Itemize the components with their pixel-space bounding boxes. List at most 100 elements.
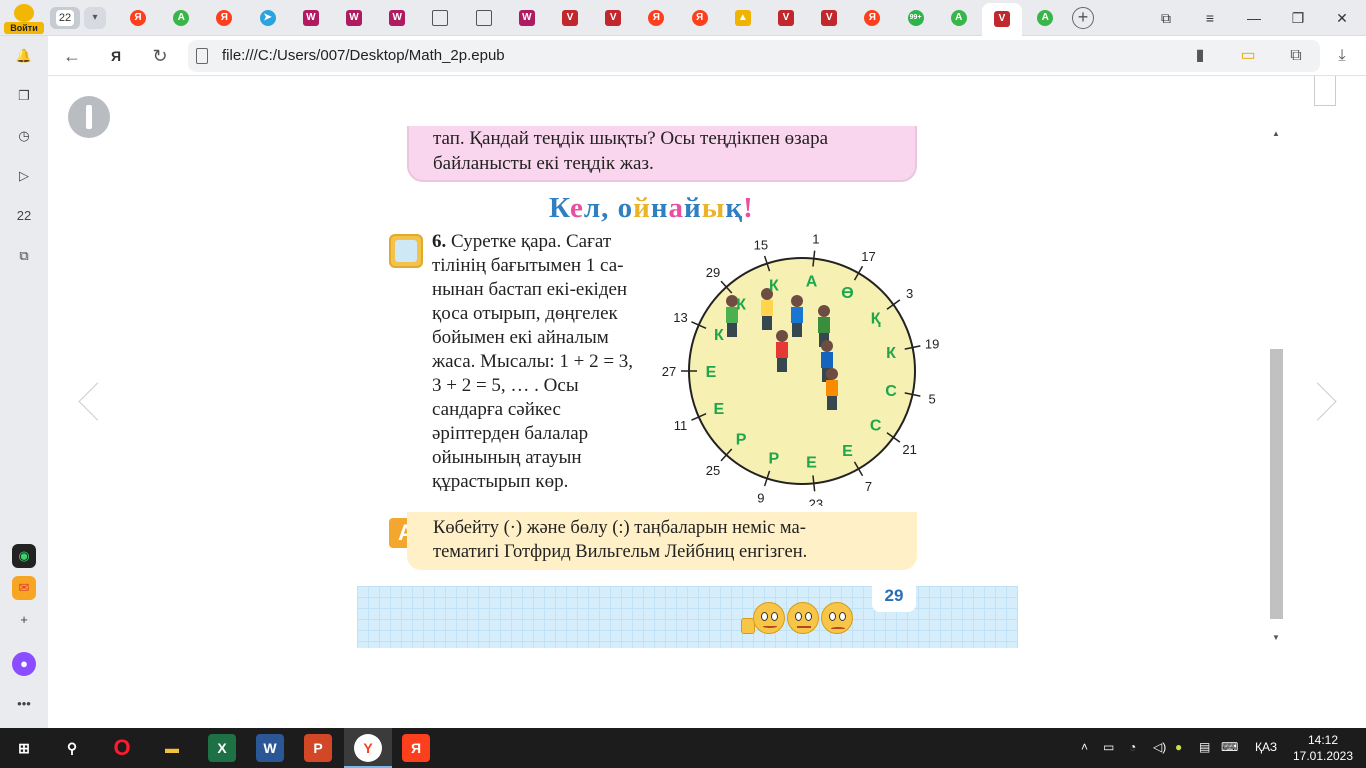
file-explorer-icon[interactable]: ▬ <box>158 734 186 762</box>
wheel-letter: Е <box>806 455 817 472</box>
wifi-icon[interactable]: ◔ <box>1129 740 1136 754</box>
wheel-letter: Е <box>706 364 717 381</box>
next-page-arrow[interactable] <box>1310 376 1334 426</box>
word-icon[interactable]: W <box>256 734 284 762</box>
restore-button[interactable]: ❐ <box>1284 6 1312 30</box>
volume-icon[interactable]: ◁) <box>1153 740 1166 754</box>
epub-reader: ▲ ▼ тап. Қандай теңдік шықты? Осы теңдік… <box>48 76 1366 728</box>
download-icon[interactable]: ⤓ <box>1330 44 1354 68</box>
bell-icon[interactable]: 🔔 <box>12 44 36 68</box>
tab[interactable]: Я <box>636 3 676 33</box>
red-shield-icon: V <box>994 11 1010 27</box>
scrollbar[interactable]: ▲ ▼ <box>1269 126 1285 646</box>
input-language[interactable]: ҚАЗ <box>1255 740 1277 754</box>
tab[interactable]: A <box>1025 3 1065 33</box>
previous-page-arrow[interactable] <box>76 376 100 426</box>
wheel-letter: Қ <box>871 311 881 328</box>
scroll-down-icon[interactable]: ▼ <box>1272 633 1280 642</box>
yandex-icon: Я <box>864 10 881 26</box>
tab[interactable]: V <box>550 3 590 33</box>
show-hidden-icons[interactable]: ˄ <box>1081 740 1088 754</box>
tab[interactable]: V <box>766 3 806 33</box>
scrollbar-thumb[interactable] <box>1270 349 1283 619</box>
wheel-number: 21 <box>902 442 916 457</box>
search-icon[interactable]: ⚲ <box>58 734 86 762</box>
extensions-icon[interactable]: ⧉ <box>1284 44 1308 68</box>
yandex-icon[interactable]: Я <box>402 734 430 762</box>
wheel-number: 19 <box>925 336 939 351</box>
tab[interactable] <box>420 3 460 33</box>
address-bar[interactable]: file:///C:/Users/007/Desktop/Math_2p.epu… <box>188 40 1320 72</box>
pink-box-line: тап. Қандай теңдік шықты? Осы теңдікпен … <box>433 128 829 149</box>
login-button[interactable]: Войти <box>4 2 44 34</box>
tab[interactable]: W <box>291 3 331 33</box>
yandex-browser-icon[interactable]: Y <box>354 734 382 762</box>
task-line: бойымен екі айналым <box>432 327 609 348</box>
task-text: 6. Суретке қара. Сағат тілінің бағытымен … <box>432 230 672 494</box>
bookmark-ribbon-icon[interactable] <box>1314 76 1336 106</box>
keyboard-icon[interactable]: ⌨ <box>1221 740 1238 754</box>
excel-icon[interactable]: X <box>208 734 236 762</box>
more-icon[interactable]: ••• <box>12 692 36 716</box>
tab[interactable]: Я <box>118 3 158 33</box>
wheel-number: 1 <box>812 232 819 247</box>
tab[interactable]: A <box>161 3 201 33</box>
new-tab-button[interactable]: + <box>1072 7 1094 29</box>
tab[interactable] <box>464 3 504 33</box>
bookmark-icon[interactable]: ▮ <box>1188 44 1212 68</box>
magenta-doc-icon: W <box>389 10 406 26</box>
wheel-number: 11 <box>674 418 688 433</box>
tab[interactable]: ▲ <box>723 3 763 33</box>
mail-icon[interactable]: ✉ <box>12 576 36 600</box>
yandex-home-icon[interactable]: Я <box>104 44 128 68</box>
tab-count-button[interactable]: 22 <box>50 7 80 29</box>
wheel-letter: Р <box>769 451 780 468</box>
magenta-doc-icon: W <box>302 10 319 26</box>
tab[interactable]: V <box>593 3 633 33</box>
reload-icon[interactable]: ↻ <box>148 44 172 68</box>
tab[interactable]: Я <box>680 3 720 33</box>
battery-icon[interactable]: ▭ <box>1103 740 1114 754</box>
add-icon[interactable]: + <box>12 608 36 632</box>
opera-icon[interactable]: O <box>108 734 136 762</box>
chevron-down-icon[interactable]: ▾ <box>84 7 106 29</box>
battery-saver-icon[interactable]: ▭ <box>1236 44 1260 68</box>
tab[interactable]: V <box>809 3 849 33</box>
wheel-number: 5 <box>928 392 935 407</box>
tab[interactable]: A <box>939 3 979 33</box>
screenshot-icon[interactable]: ⧉ <box>12 244 36 268</box>
app-tray-icon[interactable]: ● <box>1175 740 1182 754</box>
tab[interactable]: Я <box>852 3 892 33</box>
pink-box-line: байланысты екі теңдік жаз. <box>433 153 654 174</box>
red-shield-icon: V <box>605 10 622 26</box>
collections-button[interactable]: ⧉ <box>1152 6 1180 30</box>
windows-start-icon[interactable]: ⊞ <box>10 734 38 762</box>
image-icon: ▲ <box>734 10 751 26</box>
tab[interactable]: ➤ <box>248 3 288 33</box>
close-button[interactable]: ✕ <box>1328 6 1356 30</box>
history-icon[interactable]: ◷ <box>12 124 36 148</box>
tab[interactable]: Я <box>204 3 244 33</box>
scroll-up-icon[interactable]: ▲ <box>1272 129 1280 138</box>
tab[interactable]: V <box>982 3 1022 36</box>
alice-icon[interactable]: ● <box>12 652 36 676</box>
pause-button[interactable] <box>68 96 110 138</box>
tab[interactable]: W <box>334 3 374 33</box>
notes-icon[interactable]: ▤ <box>1199 740 1210 754</box>
address-row: ← Я ↻ file:///C:/Users/007/Desktop/Math_… <box>48 36 1366 76</box>
play-icon[interactable]: ▷ <box>12 164 36 188</box>
wheel-number: 3 <box>906 286 913 301</box>
app-icon[interactable]: ◉ <box>12 544 36 568</box>
tab[interactable]: W <box>377 3 417 33</box>
clock[interactable]: 14:12 17.01.2023 <box>1290 732 1356 764</box>
tabs-count-icon[interactable]: 22 <box>12 204 36 228</box>
tab[interactable]: 99+ <box>896 3 936 33</box>
back-icon[interactable]: ← <box>60 44 84 68</box>
green-a-icon: A <box>173 10 190 26</box>
menu-icon[interactable]: ≡ <box>1196 6 1224 30</box>
powerpoint-icon[interactable]: P <box>304 734 332 762</box>
collections-icon[interactable]: ❐ <box>12 84 36 108</box>
neutral-smiley-icon <box>787 602 819 634</box>
tab[interactable]: W <box>507 3 547 33</box>
minimize-button[interactable]: — <box>1240 6 1268 30</box>
